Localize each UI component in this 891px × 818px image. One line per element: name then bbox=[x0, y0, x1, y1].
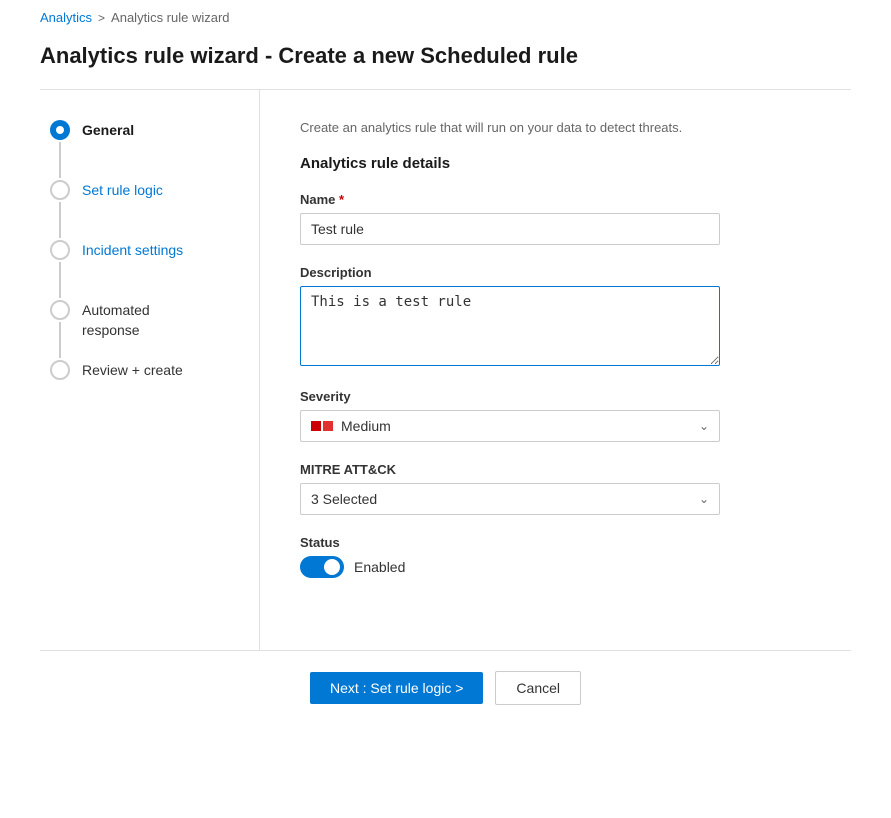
breadcrumb-current: Analytics rule wizard bbox=[111, 10, 230, 25]
toggle-container: Enabled bbox=[300, 556, 811, 578]
name-label: Name * bbox=[300, 192, 811, 207]
severity-field: Severity Medium ⌄ bbox=[300, 389, 811, 442]
description-input[interactable]: This is a test rule bbox=[300, 286, 720, 366]
mitre-label: MITRE ATT&CK bbox=[300, 462, 811, 477]
step-label-review: Review + create bbox=[82, 360, 183, 381]
step-circle-automated bbox=[50, 300, 70, 320]
description-field: Description This is a test rule bbox=[300, 265, 811, 369]
step-group-review: Review + create bbox=[50, 360, 239, 381]
step-circle-review bbox=[50, 360, 70, 380]
severity-icons bbox=[311, 421, 333, 431]
mitre-chevron-icon: ⌄ bbox=[699, 492, 709, 506]
status-field: Status Enabled bbox=[300, 535, 811, 578]
step-label-rule-logic[interactable]: Set rule logic bbox=[82, 180, 163, 201]
mitre-value: 3 Selected bbox=[311, 491, 377, 507]
toggle-track bbox=[300, 556, 344, 578]
breadcrumb: Analytics > Analytics rule wizard bbox=[0, 0, 891, 35]
breadcrumb-separator: > bbox=[98, 11, 105, 25]
step-label-general: General bbox=[82, 120, 134, 141]
section-title: Analytics rule details bbox=[300, 155, 811, 172]
step-group-incident: Incident settings bbox=[50, 240, 239, 300]
breadcrumb-analytics[interactable]: Analytics bbox=[40, 10, 92, 25]
content-description: Create an analytics rule that will run o… bbox=[300, 120, 811, 135]
severity-block-1 bbox=[311, 421, 321, 431]
step-connector-automated bbox=[50, 300, 70, 360]
severity-block-2 bbox=[323, 421, 333, 431]
footer: Next : Set rule logic > Cancel bbox=[0, 651, 891, 725]
status-label: Status bbox=[300, 535, 811, 550]
step-row-automated: Automatedresponse bbox=[50, 300, 239, 360]
step-line-automated bbox=[59, 322, 61, 358]
step-group-general: General bbox=[50, 120, 239, 180]
step-line-general bbox=[59, 142, 61, 178]
step-row-general: General bbox=[50, 120, 239, 180]
status-toggle[interactable] bbox=[300, 556, 344, 578]
step-label-automated: Automatedresponse bbox=[82, 300, 150, 340]
page-title: Analytics rule wizard - Create a new Sch… bbox=[0, 35, 891, 89]
stepper: General Set rule logic Incident settings bbox=[40, 90, 260, 650]
next-button[interactable]: Next : Set rule logic > bbox=[310, 672, 483, 704]
severity-chevron-icon: ⌄ bbox=[699, 419, 709, 433]
name-input[interactable] bbox=[300, 213, 720, 245]
mitre-select[interactable]: 3 Selected ⌄ bbox=[300, 483, 720, 515]
step-circle-rule-logic bbox=[50, 180, 70, 200]
toggle-label: Enabled bbox=[354, 559, 405, 575]
severity-label: Severity bbox=[300, 389, 811, 404]
step-circle-incident bbox=[50, 240, 70, 260]
step-circle-general bbox=[50, 120, 70, 140]
step-connector-review bbox=[50, 360, 70, 380]
cancel-button[interactable]: Cancel bbox=[495, 671, 581, 705]
step-line-rule-logic bbox=[59, 202, 61, 238]
main-content: Create an analytics rule that will run o… bbox=[260, 90, 851, 650]
step-group-rule-logic: Set rule logic bbox=[50, 180, 239, 240]
step-row-review: Review + create bbox=[50, 360, 239, 381]
step-connector-rule-logic bbox=[50, 180, 70, 240]
description-label: Description bbox=[300, 265, 811, 280]
severity-select[interactable]: Medium ⌄ bbox=[300, 410, 720, 442]
step-label-incident[interactable]: Incident settings bbox=[82, 240, 183, 261]
toggle-thumb bbox=[324, 559, 340, 575]
step-group-automated: Automatedresponse bbox=[50, 300, 239, 360]
mitre-field: MITRE ATT&CK 3 Selected ⌄ bbox=[300, 462, 811, 515]
step-line-incident bbox=[59, 262, 61, 298]
step-row-rule-logic: Set rule logic bbox=[50, 180, 239, 240]
step-connector-incident bbox=[50, 240, 70, 300]
wizard-body: General Set rule logic Incident settings bbox=[40, 90, 851, 650]
name-field: Name * bbox=[300, 192, 811, 245]
severity-select-left: Medium bbox=[311, 418, 391, 434]
severity-value: Medium bbox=[341, 418, 391, 434]
step-connector-general bbox=[50, 120, 70, 180]
step-row-incident: Incident settings bbox=[50, 240, 239, 300]
